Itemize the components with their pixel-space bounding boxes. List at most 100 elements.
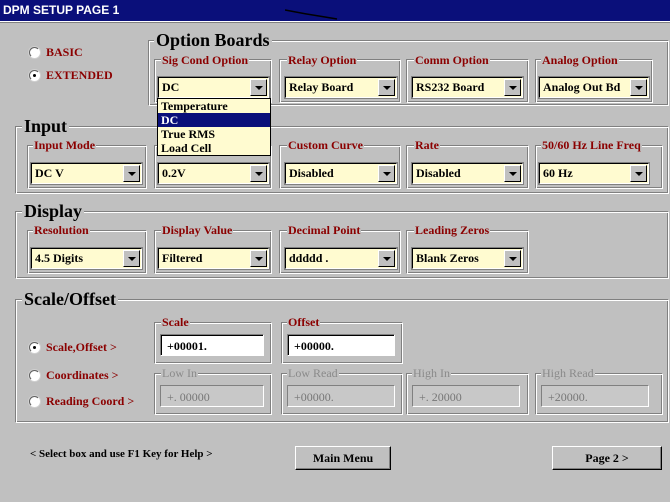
decimal-point-value: ddddd .	[289, 251, 329, 265]
rate-value: Disabled	[416, 166, 461, 180]
line-freq-value: 60 Hz	[543, 166, 573, 180]
radio-indicator	[29, 47, 40, 58]
decimal-point-label: Decimal Point	[287, 223, 362, 237]
dropdown-button[interactable]	[378, 79, 395, 96]
sig-cond-select[interactable]: DC	[158, 77, 269, 98]
decimal-point-select[interactable]: ddddd .	[285, 248, 397, 269]
dpm-setup-window: DPM SETUP PAGE 1 BASIC EXTENDED Option B…	[0, 0, 670, 502]
radio-coordinates-label: Coordinates >	[46, 368, 119, 382]
analog-label: Analog Option	[541, 53, 619, 67]
radio-coordinates[interactable]: Coordinates >	[29, 368, 119, 383]
display-title: Display	[22, 201, 85, 221]
help-hint: < Select box and use F1 Key for Help >	[30, 448, 213, 460]
dropdown-button[interactable]	[504, 250, 521, 267]
chevron-down-icon	[508, 85, 517, 90]
high-read-label: High Read	[541, 366, 595, 380]
analog-value: Analog Out Bd	[543, 80, 621, 94]
chevron-down-icon	[254, 256, 263, 261]
radio-reading-coord-label: Reading Coord >	[46, 394, 135, 408]
radio-basic-label: BASIC	[46, 45, 83, 59]
dropdown-button[interactable]	[378, 250, 395, 267]
scale-offset-title: Scale/Offset	[22, 289, 118, 309]
dropdown-option-load-cell[interactable]: Load Cell	[158, 141, 270, 155]
dropdown-button[interactable]	[630, 79, 647, 96]
sig-cond-dropdown-list: Temperature DC True RMS Load Cell	[157, 98, 271, 156]
chevron-down-icon	[127, 171, 136, 176]
input-title: Input	[22, 116, 70, 136]
chevron-down-icon	[508, 256, 517, 261]
dropdown-button[interactable]	[378, 165, 395, 182]
leading-zeros-select[interactable]: Blank Zeros	[412, 248, 523, 269]
display-value-value: Filtered	[162, 251, 203, 265]
resolution-select[interactable]: 4.5 Digits	[31, 248, 142, 269]
radio-reading-coord[interactable]: Reading Coord >	[29, 394, 134, 409]
comm-value: RS232 Board	[416, 80, 485, 94]
window-title: DPM SETUP PAGE 1	[3, 3, 120, 17]
low-in-input[interactable]: +. 00000	[160, 385, 264, 407]
main-menu-button[interactable]: Main Menu	[295, 446, 391, 470]
offset-label: Offset	[287, 315, 321, 329]
dropdown-button[interactable]	[250, 165, 267, 182]
option-boards-title: Option Boards	[154, 30, 272, 50]
high-in-input[interactable]: +. 20000	[412, 385, 520, 407]
high-read-input[interactable]: +20000.	[541, 385, 649, 407]
dropdown-button[interactable]	[250, 79, 267, 96]
divider	[0, 22, 670, 23]
dropdown-button[interactable]	[504, 165, 521, 182]
leading-zeros-label: Leading Zeros	[414, 223, 491, 237]
input-mode-label: Input Mode	[33, 138, 97, 152]
chevron-down-icon	[634, 85, 643, 90]
radio-indicator-selected	[29, 342, 40, 353]
line-freq-select[interactable]: 60 Hz	[539, 163, 649, 184]
high-in-label: High In	[412, 366, 451, 380]
low-read-input[interactable]: +00000.	[287, 385, 395, 407]
radio-scale-offset[interactable]: Scale,Offset >	[29, 340, 117, 355]
dropdown-option-dc[interactable]: DC	[158, 113, 270, 127]
display-value-select[interactable]: Filtered	[158, 248, 269, 269]
radio-basic[interactable]: BASIC	[29, 45, 83, 60]
range-value: 0.2V	[162, 166, 186, 180]
sig-cond-value: DC	[162, 80, 180, 94]
chevron-down-icon	[634, 171, 643, 176]
title-scribble-decoration	[285, 9, 338, 20]
rate-label: Rate	[414, 138, 440, 152]
radio-extended[interactable]: EXTENDED	[29, 68, 113, 83]
relay-select[interactable]: Relay Board	[285, 77, 397, 98]
dropdown-button[interactable]	[250, 250, 267, 267]
leading-zeros-value: Blank Zeros	[416, 251, 479, 265]
chevron-down-icon	[382, 256, 391, 261]
dropdown-option-true-rms[interactable]: True RMS	[158, 127, 270, 141]
chevron-down-icon	[382, 85, 391, 90]
chevron-down-icon	[254, 171, 263, 176]
scale-label: Scale	[161, 315, 190, 329]
resolution-label: Resolution	[33, 223, 90, 237]
relay-label: Relay Option	[287, 53, 358, 67]
custom-curve-select[interactable]: Disabled	[285, 163, 397, 184]
dropdown-button[interactable]	[123, 250, 140, 267]
scale-input[interactable]: +00001.	[160, 334, 264, 356]
radio-indicator-selected	[29, 70, 40, 81]
display-value-label: Display Value	[161, 223, 234, 237]
line-freq-label: 50/60 Hz Line Freq	[541, 138, 642, 152]
analog-select[interactable]: Analog Out Bd	[539, 77, 649, 98]
radio-extended-label: EXTENDED	[46, 68, 113, 82]
chevron-down-icon	[382, 171, 391, 176]
custom-curve-value: Disabled	[289, 166, 334, 180]
range-select[interactable]: 0.2V	[158, 163, 269, 184]
input-mode-value: DC V	[35, 166, 64, 180]
low-read-label: Low Read	[287, 366, 339, 380]
radio-indicator	[29, 370, 40, 381]
dropdown-button[interactable]	[123, 165, 140, 182]
chevron-down-icon	[254, 85, 263, 90]
sig-cond-label: Sig Cond Option	[161, 53, 250, 67]
page-2-button[interactable]: Page 2 >	[552, 446, 662, 470]
rate-select[interactable]: Disabled	[412, 163, 523, 184]
input-mode-select[interactable]: DC V	[31, 163, 142, 184]
dropdown-button[interactable]	[504, 79, 521, 96]
dropdown-option-temperature[interactable]: Temperature	[158, 99, 270, 113]
dropdown-button[interactable]	[630, 165, 647, 182]
low-in-label: Low In	[161, 366, 198, 380]
radio-scale-offset-label: Scale,Offset >	[46, 340, 117, 354]
comm-select[interactable]: RS232 Board	[412, 77, 523, 98]
offset-input[interactable]: +00000.	[287, 334, 395, 356]
